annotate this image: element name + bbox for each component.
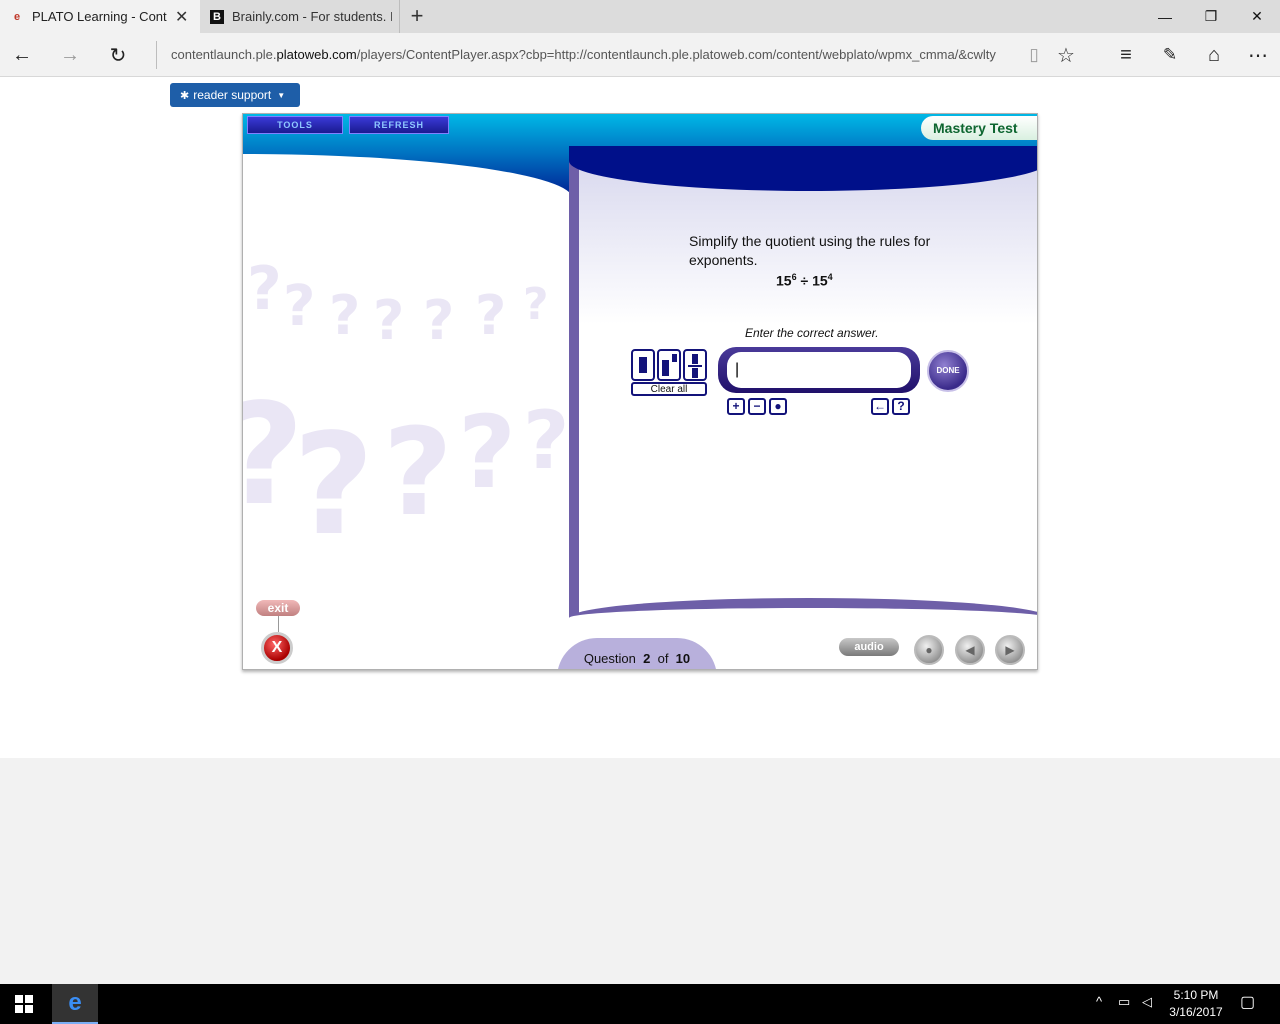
instruction-text: Enter the correct answer. xyxy=(745,326,879,340)
action-center-icon[interactable]: ▢ xyxy=(1240,992,1255,1012)
browser-tab-bar: e PLATO Learning - Conte ✕ B Brainly.com… xyxy=(0,0,1280,33)
decorative-question-icon: ? xyxy=(329,284,361,347)
plus-symbol-button[interactable]: + xyxy=(727,398,745,415)
mastery-test-badge: Mastery Test xyxy=(921,116,1037,140)
tab-brainly[interactable]: B Brainly.com - For students. I xyxy=(200,0,400,33)
next-arrow-icon[interactable]: ▶ xyxy=(995,635,1025,665)
gear-icon: ✱ xyxy=(180,89,190,102)
reader-support-label: reader support xyxy=(193,88,272,102)
exponent-1: 6 xyxy=(791,272,797,282)
windows-taskbar: e ^ ▭ ◁ 5:10 PM 3/16/2017 ▢ xyxy=(0,984,1280,1024)
counter-current: 2 xyxy=(643,651,651,666)
decorative-question-icon: ? xyxy=(283,274,316,339)
web-note-icon[interactable]: ✎ xyxy=(1156,41,1184,69)
more-icon[interactable]: ⋯ xyxy=(1244,41,1272,69)
dot-symbol-button[interactable]: ● xyxy=(769,398,787,415)
base-2: 15 xyxy=(812,272,828,289)
reader-support-button[interactable]: ✱ reader support ▼ xyxy=(170,83,300,107)
refresh-icon[interactable]: ↻ xyxy=(104,41,132,69)
audio-button[interactable]: audio xyxy=(839,638,899,656)
stacked-fraction-icon[interactable] xyxy=(683,349,707,381)
reading-view-icon[interactable]: ▯ xyxy=(1020,41,1048,69)
fraction-format-icon[interactable] xyxy=(631,349,655,381)
counter-prefix: Question xyxy=(583,651,636,666)
browser-nav-bar: ← → ↻ contentlaunch.ple.platoweb.com/pla… xyxy=(0,33,1280,77)
tab-plato[interactable]: e PLATO Learning - Conte ✕ xyxy=(0,0,200,33)
tray-chevron-up-icon[interactable]: ^ xyxy=(1096,994,1102,1009)
exit-close-icon[interactable]: X xyxy=(261,632,293,664)
help-button[interactable]: ? xyxy=(892,398,910,415)
windows-start-icon[interactable] xyxy=(0,984,48,1024)
exit-connector xyxy=(278,616,279,632)
plato-favicon-icon: e xyxy=(13,10,21,23)
answer-frame xyxy=(718,347,920,393)
audio-play-icon[interactable]: ● xyxy=(914,635,944,665)
favorite-star-icon[interactable]: ☆ xyxy=(1052,41,1080,69)
brainly-favicon-icon: B xyxy=(210,9,224,24)
base-1: 15 xyxy=(776,272,792,289)
forward-icon[interactable]: → xyxy=(56,41,84,69)
done-button[interactable]: DONE xyxy=(927,350,969,392)
format-toolbar: Clear all xyxy=(631,349,707,399)
restore-icon[interactable]: ❐ xyxy=(1188,0,1234,33)
backspace-button[interactable]: ← xyxy=(871,398,889,415)
tab-title: Brainly.com - For students. I xyxy=(232,9,392,24)
exponent-2: 4 xyxy=(827,272,833,282)
decorative-question-icon: ? xyxy=(458,394,517,511)
minimize-icon[interactable]: — xyxy=(1142,0,1188,33)
clear-all-button[interactable]: Clear all xyxy=(631,382,707,396)
decorative-question-icon: ? xyxy=(475,284,507,347)
question-prompt: Simplify the quotient using the rules fo… xyxy=(689,233,931,268)
decorative-question-icon: ? xyxy=(383,404,453,543)
decorative-question-icon: ? xyxy=(523,279,549,330)
clock-time: 5:10 PM xyxy=(1173,988,1219,1002)
exit-label: exit xyxy=(256,600,300,616)
decorative-question-icon: ? xyxy=(523,394,570,487)
address-path: /players/ContentPlayer.aspx?cbp=http://c… xyxy=(356,47,996,62)
address-prefix: contentlaunch.ple. xyxy=(171,47,277,62)
refresh-button[interactable]: REFRESH xyxy=(349,116,449,134)
counter-of: of xyxy=(657,651,669,666)
edge-browser-icon[interactable]: e xyxy=(52,984,98,1024)
tab-title: PLATO Learning - Conte xyxy=(32,9,167,24)
decorative-question-icon: ? xyxy=(293,404,375,567)
address-host: platoweb.com xyxy=(276,47,357,62)
question-counter: Question 2 of 10 xyxy=(557,638,717,669)
left-panel: ? ? ? ? ? ? ? ? ? ? ? ? xyxy=(243,154,573,669)
exponent-format-icon[interactable] xyxy=(657,349,681,381)
previous-arrow-icon[interactable]: ◀ xyxy=(955,635,985,665)
divide-operator: ÷ xyxy=(800,272,809,289)
counter-total: 10 xyxy=(675,651,691,666)
decorative-question-icon: ? xyxy=(373,289,405,352)
close-tab-icon[interactable]: ✕ xyxy=(175,7,188,27)
tools-button[interactable]: TOOLS xyxy=(247,116,343,134)
decorative-question-icon: ? xyxy=(423,289,455,352)
page-background xyxy=(0,758,1280,984)
math-expression: 156 ÷ 154 xyxy=(776,272,833,289)
share-icon[interactable]: ⌂ xyxy=(1200,41,1228,69)
volume-muted-icon[interactable]: ◁ xyxy=(1142,994,1152,1010)
minus-symbol-button[interactable]: − xyxy=(748,398,766,415)
close-window-icon[interactable]: ✕ xyxy=(1234,0,1280,33)
caret-down-icon: ▼ xyxy=(277,90,286,100)
new-tab-icon[interactable]: + xyxy=(405,4,429,28)
hub-icon[interactable]: ≡ xyxy=(1112,41,1140,69)
decorative-question-icon: ? xyxy=(247,254,282,324)
system-clock[interactable]: 5:10 PM 3/16/2017 xyxy=(1158,987,1234,1021)
back-icon[interactable]: ← xyxy=(8,41,36,69)
network-icon[interactable]: ▭ xyxy=(1118,994,1130,1010)
content-player: TOOLS REFRESH Mastery Test ? ? ? ? ? ? ?… xyxy=(242,113,1038,670)
clock-date: 3/16/2017 xyxy=(1169,1005,1223,1019)
answer-input[interactable] xyxy=(727,352,911,388)
address-bar[interactable]: contentlaunch.ple.platoweb.com/players/C… xyxy=(156,41,1016,69)
